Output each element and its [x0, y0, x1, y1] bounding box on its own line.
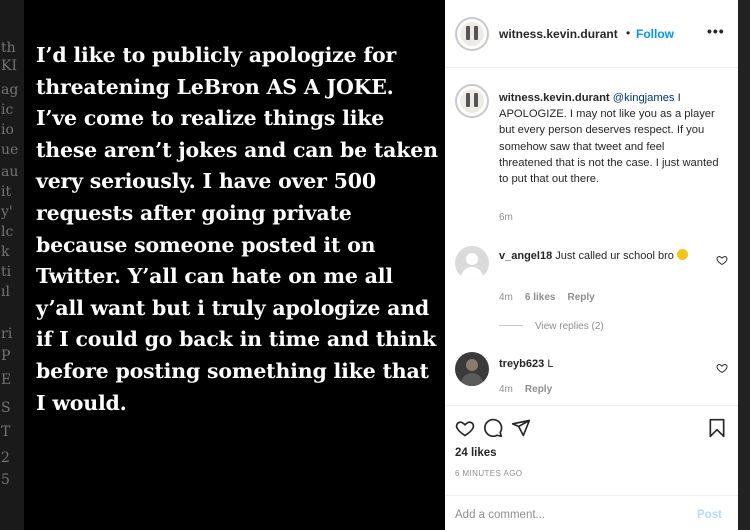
caption-username[interactable]: witness.kevin.durant [499, 92, 610, 104]
share-icon[interactable] [511, 418, 531, 438]
avatar-image [460, 89, 484, 113]
post-header: witness.kevin.durant • Follow ••• [445, 0, 738, 68]
post-comment-button[interactable]: Post [697, 509, 722, 521]
bg-fragment: KI [1, 58, 17, 74]
header-username[interactable]: witness.kevin.durant [499, 27, 618, 41]
post-image-text: I’d like to publicly apologize for threa… [36, 43, 438, 415]
bg-fragment: 5 [1, 472, 10, 488]
comment-username[interactable]: treyb623 [499, 358, 544, 370]
profile-avatar[interactable] [455, 17, 489, 51]
bg-fragment: th [1, 40, 16, 56]
bg-fragment: E [1, 372, 12, 388]
avatar-body [461, 373, 483, 386]
avatar-mark [474, 93, 478, 107]
bg-fragment: 2 [1, 450, 10, 466]
comment-likes[interactable]: 6 likes [525, 292, 556, 303]
bookmark-icon[interactable] [707, 418, 727, 438]
avatar-head [466, 359, 478, 371]
comment-body: L [544, 358, 554, 370]
comment-text: v_angel18 Just called ur school bro [499, 249, 714, 264]
more-options-button[interactable]: ••• [707, 23, 725, 39]
laughing-emoji-icon [676, 249, 688, 260]
caption-body: I APOLOGIZE. I may not like you as a pla… [499, 92, 719, 186]
bg-fragment: ıl [1, 284, 10, 300]
bg-fragment: P [1, 348, 11, 364]
separator-dot: • [626, 26, 631, 40]
caption-time: 6m [499, 212, 513, 223]
reply-button[interactable]: Reply [525, 384, 552, 395]
bg-fragment: k [1, 244, 10, 260]
avatar-body [461, 267, 483, 280]
view-replies-label: View replies (2) [535, 321, 604, 332]
bg-fragment: S [1, 400, 11, 416]
bg-fragment: ue [1, 142, 19, 158]
avatar-mark [466, 93, 470, 107]
background-edge [738, 0, 750, 530]
comment-heart-icon[interactable] [716, 254, 728, 266]
comment-avatar[interactable] [455, 246, 489, 280]
comment-meta: 4m Reply [499, 384, 552, 395]
bg-fragment: y' [1, 204, 13, 220]
comment-avatar[interactable] [455, 352, 489, 386]
comment-username[interactable]: v_angel18 [499, 250, 552, 262]
view-replies-button[interactable]: View replies (2) [499, 321, 604, 332]
bg-fragment: au [1, 164, 19, 180]
caption-text: witness.kevin.durant @kingjames I APOLOG… [499, 90, 719, 187]
post-timestamp: 6 MINUTES AGO [455, 469, 523, 478]
avatar-head [466, 253, 478, 265]
comment-text: treyb623 L [499, 357, 553, 372]
post-sidebar: witness.kevin.durant • Follow ••• witnes… [445, 0, 750, 530]
comment-time: 4m [499, 384, 513, 395]
avatar-image [460, 22, 484, 46]
avatar-mark [474, 26, 478, 40]
reply-button[interactable]: Reply [568, 292, 595, 303]
comment-input[interactable]: Add a comment... [455, 509, 545, 521]
bg-fragment: it [1, 184, 12, 200]
comment-body: Just called ur school bro [552, 250, 677, 262]
caption-avatar[interactable] [455, 84, 489, 118]
add-comment-bar: Add a comment... Post [445, 495, 738, 530]
bg-fragment: lc [1, 224, 14, 240]
comment-icon[interactable] [483, 418, 503, 438]
divider-line [499, 325, 523, 326]
heart-icon[interactable] [455, 418, 475, 438]
bg-fragment: ti [1, 264, 12, 280]
bg-fragment: ri [1, 326, 13, 342]
comment-time: 4m [499, 292, 513, 303]
bg-fragment: ic [1, 102, 14, 118]
post-image[interactable]: I’d like to publicly apologize for threa… [24, 0, 445, 530]
likes-count[interactable]: 24 likes [455, 447, 497, 459]
caption-mention[interactable]: @kingjames [613, 92, 675, 104]
bg-fragment: T [1, 424, 11, 440]
comment-meta: 4m 6 likes Reply [499, 292, 595, 303]
bg-fragment: io [1, 122, 14, 138]
comment-heart-icon[interactable] [716, 362, 728, 374]
follow-button[interactable]: Follow [636, 27, 674, 41]
background-page-strip: th KI ag ic io ue au it y' lc k ti ıl ri… [0, 0, 24, 530]
avatar-mark [466, 26, 470, 40]
bg-fragment: ag [1, 82, 19, 98]
